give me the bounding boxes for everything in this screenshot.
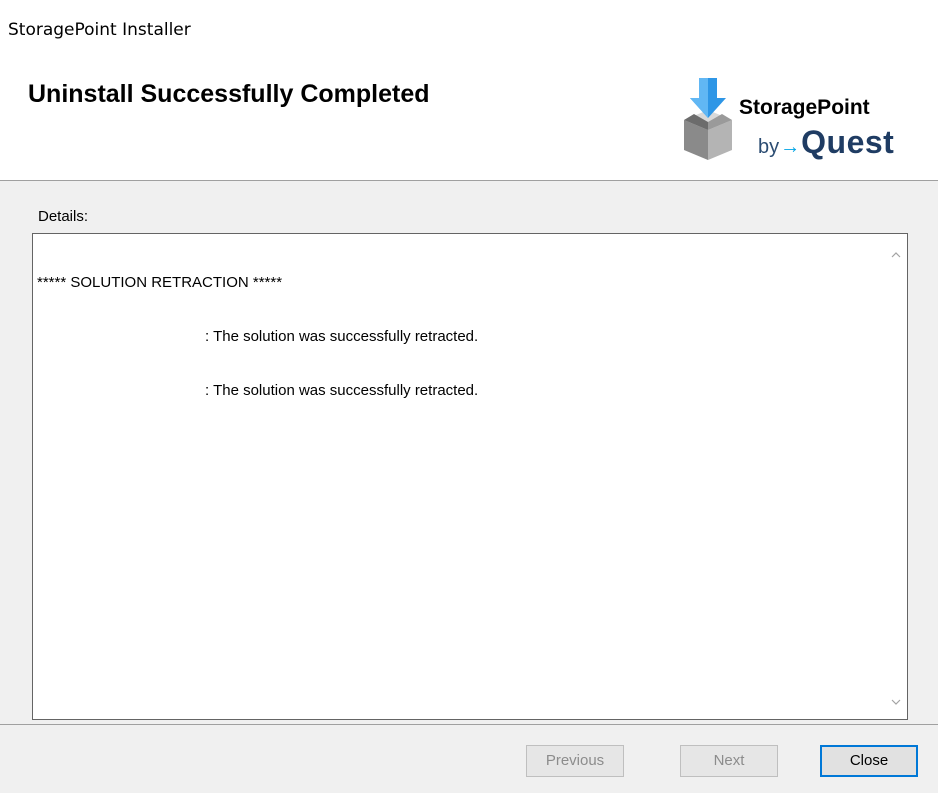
header-panel: Uninstall Successfully Completed Storage…	[0, 58, 938, 181]
page-title: Uninstall Successfully Completed	[28, 80, 430, 108]
arrow-right-icon: →	[780, 136, 801, 158]
details-textarea[interactable]: ***** SOLUTION RETRACTION ***** : The so…	[32, 233, 908, 720]
logo-product-name: StoragePoint	[739, 96, 870, 119]
chevron-down-icon[interactable]	[885, 691, 907, 711]
footer-divider	[0, 724, 938, 725]
logo-company-name: Quest	[801, 124, 895, 160]
storagepoint-logo: StoragePoint by→Quest	[680, 76, 930, 176]
log-line: : The solution was successfully retracte…	[205, 382, 479, 399]
close-button[interactable]: Close	[820, 745, 918, 777]
installer-window: StoragePoint Installer Uninstall Success…	[0, 0, 938, 793]
details-log: ***** SOLUTION RETRACTION ***** : The so…	[37, 238, 478, 436]
log-line: : The solution was successfully retracte…	[205, 328, 479, 345]
chevron-up-icon[interactable]	[885, 244, 907, 264]
details-label: Details:	[38, 208, 89, 225]
storagepoint-box-icon	[684, 78, 732, 160]
previous-button[interactable]: Previous	[526, 745, 624, 777]
next-button[interactable]: Next	[680, 745, 778, 777]
window-title: StoragePoint Installer	[8, 20, 191, 40]
title-bar: StoragePoint Installer	[0, 0, 938, 58]
logo-company: by→Quest	[758, 124, 894, 161]
logo-by-text: by	[758, 136, 780, 158]
log-line: ***** SOLUTION RETRACTION *****	[37, 274, 283, 291]
vertical-scrollbar[interactable]	[885, 234, 907, 719]
